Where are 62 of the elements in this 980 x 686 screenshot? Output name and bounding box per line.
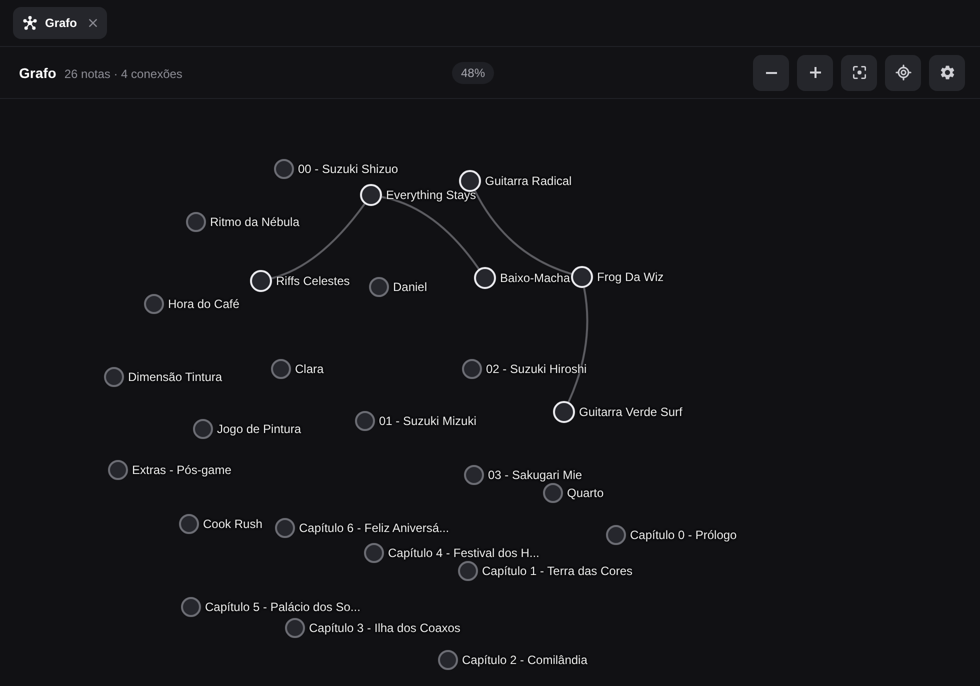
node-label: 02 - Suzuki Hiroshi xyxy=(486,362,587,376)
node-label: Capítulo 5 - Palácio dos So... xyxy=(205,600,360,614)
graph-icon xyxy=(23,16,37,30)
node-label: Guitarra Verde Surf xyxy=(579,405,682,419)
node-label: Capítulo 4 - Festival dos H... xyxy=(388,546,540,560)
plus-icon xyxy=(810,67,820,78)
node-circle-icon[interactable] xyxy=(464,465,484,485)
node-circle-icon[interactable] xyxy=(275,518,295,538)
node-circle-icon[interactable] xyxy=(458,561,478,581)
node-circle-icon[interactable] xyxy=(274,159,294,179)
view-title: Grafo xyxy=(19,64,56,80)
node-label: Capítulo 0 - Prólogo xyxy=(630,528,737,542)
node-circle-icon[interactable] xyxy=(364,543,384,563)
node-label: Capítulo 2 - Comilândia xyxy=(462,653,588,667)
node-circle-icon[interactable] xyxy=(285,618,305,638)
node-circle-icon[interactable] xyxy=(369,277,389,297)
node-label: 00 - Suzuki Shizuo xyxy=(298,162,398,176)
minus-icon xyxy=(766,72,776,74)
node-circle-icon[interactable] xyxy=(543,483,563,503)
node-label: Jogo de Pintura xyxy=(217,422,302,436)
node-label: Hora do Café xyxy=(168,297,240,311)
node-circle-icon[interactable] xyxy=(462,359,482,379)
graph-stats: 26 notas · 4 conexões xyxy=(64,66,182,80)
node-circle-icon[interactable] xyxy=(271,359,291,379)
crosshair-icon xyxy=(894,64,912,81)
node-circle-icon[interactable] xyxy=(181,597,201,617)
settings-icon xyxy=(938,64,956,81)
node-label: Extras - Pós-game xyxy=(132,463,232,477)
node-circle-icon[interactable] xyxy=(193,419,213,439)
zoom-level: 48% xyxy=(452,62,494,84)
node-label: Capítulo 1 - Terra das Cores xyxy=(482,564,633,578)
node-label: Capítulo 6 - Feliz Aniversá... xyxy=(299,521,450,535)
node-circle-icon[interactable] xyxy=(186,212,206,232)
node-label: 03 - Sakugari Mie xyxy=(488,468,582,482)
node-circle-icon[interactable] xyxy=(179,514,199,534)
node-circle-icon[interactable] xyxy=(438,650,458,670)
fit-view-button[interactable] xyxy=(841,54,877,90)
node-label: Frog Da Wiz xyxy=(597,270,664,284)
node-label: Daniel xyxy=(393,280,428,294)
node-label: Ritmo da Nébula xyxy=(210,215,300,229)
node-circle-icon[interactable] xyxy=(144,294,164,314)
node-circle-icon[interactable] xyxy=(104,367,124,387)
node-label: Clara xyxy=(295,362,324,376)
settings-button[interactable] xyxy=(929,54,965,90)
node-label: Cook Rush xyxy=(203,517,262,531)
center-view-button[interactable] xyxy=(885,54,921,90)
node-label: 01 - Suzuki Mizuki xyxy=(379,414,476,428)
node-label: Capítulo 3 - Ilha dos Coaxos xyxy=(309,621,460,635)
node-label: Everything Stays xyxy=(386,188,476,202)
node-label: Riffs Celestes xyxy=(276,274,350,288)
node-circle-icon[interactable] xyxy=(108,460,128,480)
node-circle-icon[interactable] xyxy=(606,525,626,545)
zoom-in-button[interactable] xyxy=(797,54,833,90)
node-label: Guitarra Radical xyxy=(485,174,572,188)
focus-icon xyxy=(852,66,866,79)
close-tab-button[interactable] xyxy=(89,19,98,27)
node-circle-icon[interactable] xyxy=(355,411,375,431)
graph-tab[interactable]: Grafo xyxy=(13,7,108,39)
node-label: Quarto xyxy=(567,486,604,500)
node-label: Dimensão Tintura xyxy=(128,370,222,384)
node-label: Baixo-Macha xyxy=(500,271,570,285)
close-icon xyxy=(89,19,98,27)
